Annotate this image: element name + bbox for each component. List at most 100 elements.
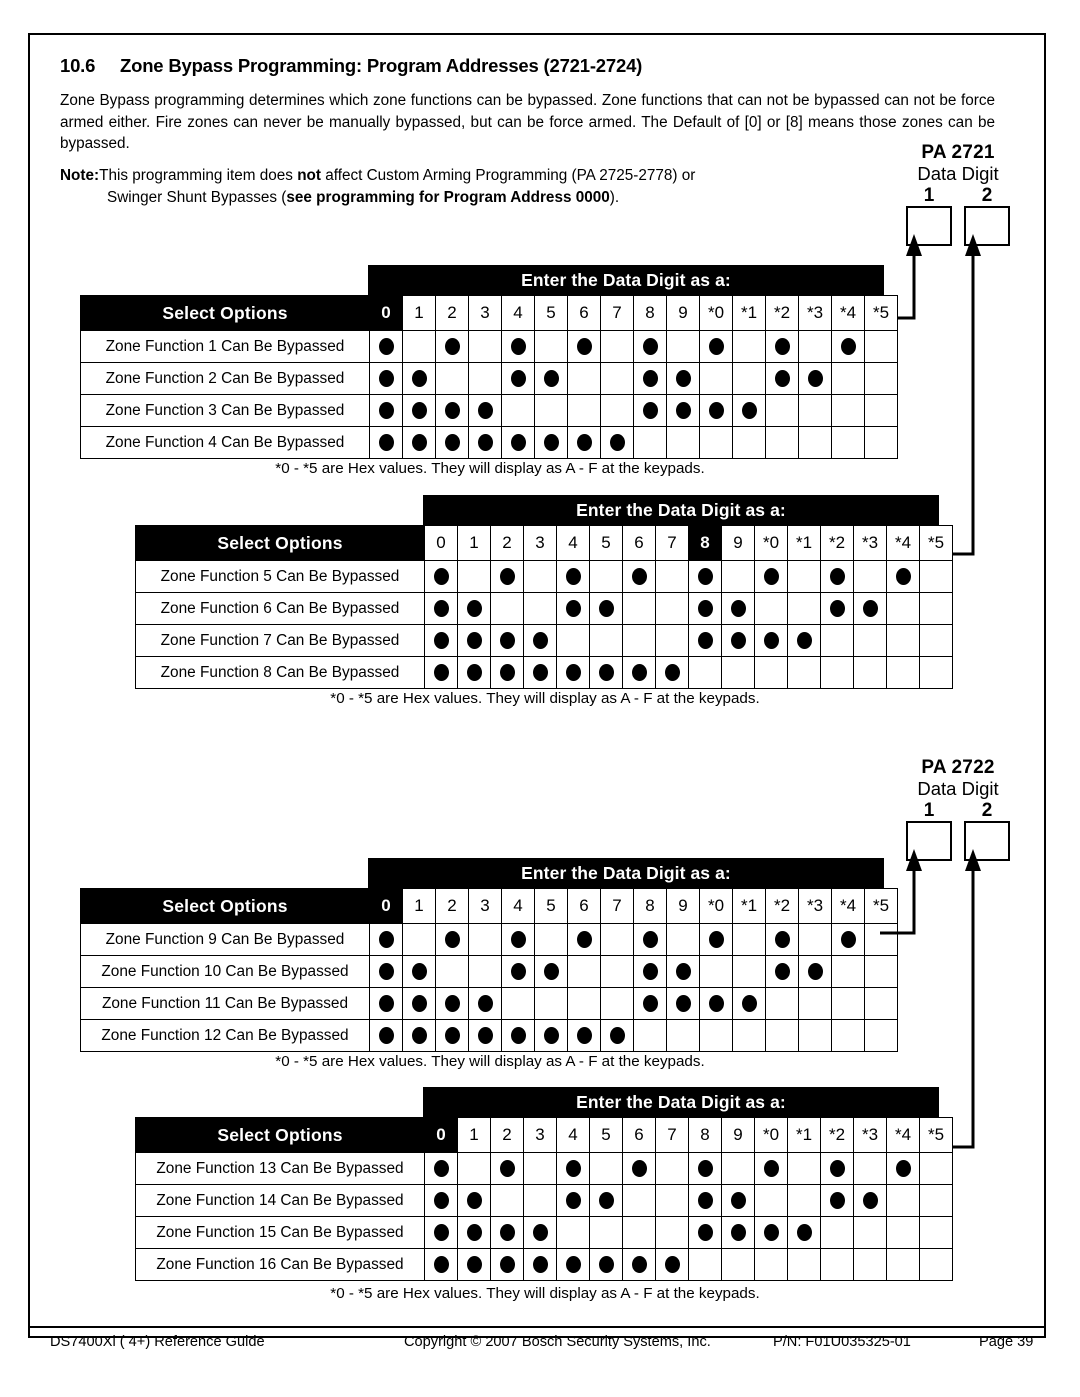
digit-column-header-2[interactable]: 2	[435, 888, 469, 924]
option-cell[interactable]	[831, 330, 865, 363]
option-cell[interactable]	[820, 656, 854, 689]
option-cell[interactable]	[666, 1019, 700, 1052]
option-cell[interactable]	[501, 330, 535, 363]
option-cell[interactable]	[567, 394, 601, 427]
option-cell[interactable]	[721, 1216, 755, 1249]
option-cell[interactable]	[468, 955, 502, 988]
option-cell[interactable]	[402, 955, 436, 988]
option-cell[interactable]	[831, 955, 865, 988]
digit-column-header-0[interactable]: 0	[424, 525, 458, 561]
option-cell[interactable]	[699, 330, 733, 363]
option-cell[interactable]	[534, 1019, 568, 1052]
digit-column-header-9[interactable]: 9	[666, 888, 700, 924]
option-cell[interactable]	[435, 1019, 469, 1052]
option-cell[interactable]	[919, 1248, 953, 1281]
option-cell[interactable]	[435, 394, 469, 427]
option-cell[interactable]	[787, 1248, 821, 1281]
option-cell[interactable]	[523, 1248, 557, 1281]
option-cell[interactable]	[490, 624, 524, 657]
digit-column-header-4[interactable]: 4	[501, 888, 535, 924]
option-cell[interactable]	[919, 656, 953, 689]
option-cell[interactable]	[424, 560, 458, 593]
option-cell[interactable]	[622, 1216, 656, 1249]
option-cell[interactable]	[633, 330, 667, 363]
option-cell[interactable]	[556, 592, 590, 625]
option-cell[interactable]	[721, 1248, 755, 1281]
option-cell[interactable]	[798, 394, 832, 427]
option-cell[interactable]	[666, 362, 700, 395]
option-cell[interactable]	[864, 330, 898, 363]
digit-column-header-star0[interactable]: *0	[754, 1117, 788, 1153]
digit-column-header-7[interactable]: 7	[655, 525, 689, 561]
digit-column-header-star2[interactable]: *2	[820, 525, 854, 561]
option-cell[interactable]	[853, 1216, 887, 1249]
option-cell[interactable]	[820, 592, 854, 625]
option-cell[interactable]	[589, 1248, 623, 1281]
option-cell[interactable]	[468, 923, 502, 956]
option-cell[interactable]	[721, 1152, 755, 1185]
option-cell[interactable]	[655, 1152, 689, 1185]
option-cell[interactable]	[589, 1152, 623, 1185]
digit-column-header-0[interactable]: 0	[424, 1117, 458, 1153]
option-cell[interactable]	[468, 987, 502, 1020]
option-cell[interactable]	[864, 987, 898, 1020]
option-cell[interactable]	[468, 426, 502, 459]
option-cell[interactable]	[369, 987, 403, 1020]
option-cell[interactable]	[468, 330, 502, 363]
option-cell[interactable]	[556, 1152, 590, 1185]
option-cell[interactable]	[798, 1019, 832, 1052]
option-cell[interactable]	[534, 394, 568, 427]
option-cell[interactable]	[556, 1184, 590, 1217]
option-cell[interactable]	[699, 1019, 733, 1052]
digit-column-header-star2[interactable]: *2	[820, 1117, 854, 1153]
option-cell[interactable]	[501, 987, 535, 1020]
digit-column-header-star0[interactable]: *0	[699, 295, 733, 331]
option-cell[interactable]	[523, 1184, 557, 1217]
option-cell[interactable]	[886, 592, 920, 625]
option-cell[interactable]	[765, 426, 799, 459]
digit-column-header-1[interactable]: 1	[457, 1117, 491, 1153]
option-cell[interactable]	[864, 923, 898, 956]
digit-column-header-star5[interactable]: *5	[864, 295, 898, 331]
option-cell[interactable]	[600, 955, 634, 988]
option-cell[interactable]	[853, 1248, 887, 1281]
option-cell[interactable]	[787, 624, 821, 657]
option-cell[interactable]	[699, 394, 733, 427]
option-cell[interactable]	[831, 426, 865, 459]
digit-column-header-0[interactable]: 0	[369, 888, 403, 924]
option-cell[interactable]	[699, 955, 733, 988]
option-cell[interactable]	[754, 1216, 788, 1249]
option-cell[interactable]	[754, 560, 788, 593]
option-cell[interactable]	[490, 1184, 524, 1217]
option-cell[interactable]	[567, 330, 601, 363]
option-cell[interactable]	[831, 394, 865, 427]
option-cell[interactable]	[688, 1216, 722, 1249]
option-cell[interactable]	[567, 955, 601, 988]
digit-column-header-1[interactable]: 1	[402, 295, 436, 331]
option-cell[interactable]	[787, 560, 821, 593]
option-cell[interactable]	[424, 656, 458, 689]
digit-column-header-9[interactable]: 9	[666, 295, 700, 331]
option-cell[interactable]	[886, 560, 920, 593]
option-cell[interactable]	[754, 1184, 788, 1217]
option-cell[interactable]	[633, 362, 667, 395]
digit-column-header-3[interactable]: 3	[468, 295, 502, 331]
option-cell[interactable]	[721, 656, 755, 689]
option-cell[interactable]	[468, 362, 502, 395]
digit-column-header-star3[interactable]: *3	[853, 525, 887, 561]
option-cell[interactable]	[556, 1216, 590, 1249]
option-cell[interactable]	[831, 1019, 865, 1052]
digit-column-header-star0[interactable]: *0	[699, 888, 733, 924]
option-cell[interactable]	[600, 923, 634, 956]
option-cell[interactable]	[567, 923, 601, 956]
option-cell[interactable]	[666, 394, 700, 427]
option-cell[interactable]	[369, 955, 403, 988]
option-cell[interactable]	[534, 923, 568, 956]
option-cell[interactable]	[589, 592, 623, 625]
option-cell[interactable]	[864, 426, 898, 459]
option-cell[interactable]	[369, 330, 403, 363]
option-cell[interactable]	[457, 656, 491, 689]
digit-column-header-star4[interactable]: *4	[886, 525, 920, 561]
option-cell[interactable]	[721, 1184, 755, 1217]
option-cell[interactable]	[490, 1216, 524, 1249]
